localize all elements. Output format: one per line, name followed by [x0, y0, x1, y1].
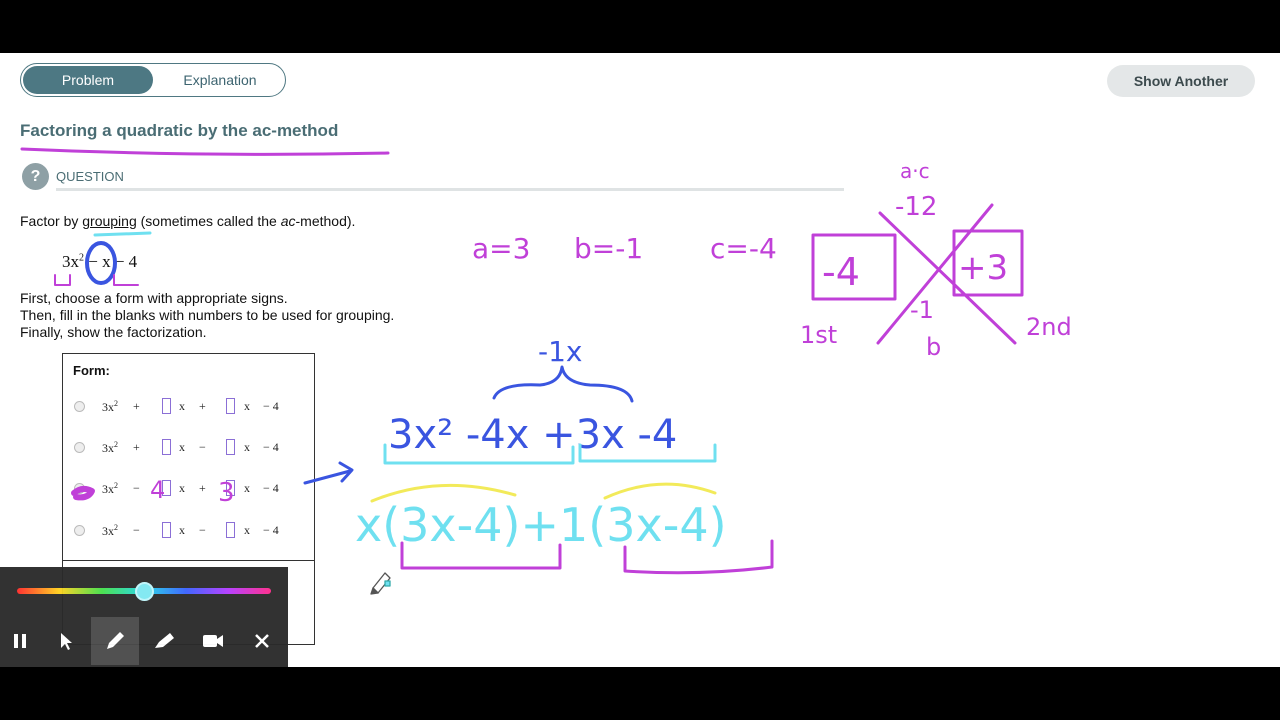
highlight-arc-2 [603, 482, 717, 500]
ink-factored: x(3x-4)+1(3x-4) [355, 498, 727, 552]
color-slider-thumb[interactable] [134, 582, 154, 601]
app-canvas: Problem Explanation Show Another Factori… [0, 53, 1280, 667]
x-circle-stroke [85, 241, 117, 285]
ink-first: 1st [800, 321, 837, 349]
pen-button[interactable] [91, 617, 139, 665]
ink-c: c=-4 [710, 232, 777, 265]
pen-cursor-icon [370, 572, 391, 595]
ink-cross-bottom-top: -1 [910, 296, 934, 324]
ink-second: 2nd [1026, 313, 1072, 341]
radio-mark-stroke [71, 485, 95, 501]
pointer-button[interactable] [42, 617, 90, 665]
ink-cross-bottom: b [926, 333, 941, 361]
expr-bracket-right [113, 274, 139, 286]
highlighter-icon [155, 633, 174, 648]
highlighter-button[interactable] [140, 617, 188, 665]
title-underline-stroke [20, 147, 390, 156]
pointer-icon [61, 633, 72, 650]
ink-box-right: +3 [958, 248, 1008, 288]
brace-stroke [492, 365, 634, 403]
ink-fill-1: 4 [150, 476, 165, 504]
expr-bracket-left [54, 274, 71, 286]
pause-button[interactable] [0, 617, 44, 665]
ink-a: a=3 [472, 232, 530, 265]
ink-brace-label: -1x [538, 335, 583, 368]
camera-icon [203, 635, 223, 647]
pause-icon [14, 634, 26, 648]
camera-button[interactable] [189, 617, 237, 665]
ink-box-left: -4 [822, 250, 860, 294]
ink-fill-2: 3 [218, 478, 235, 508]
drawing-toolbar [0, 567, 288, 667]
pen-icon [107, 632, 124, 649]
ink-expanded: 3x² -4x +3x -4 [388, 412, 677, 458]
ink-ac-label: a·c [900, 159, 930, 183]
ink-b: b=-1 [574, 232, 643, 265]
ink-ac-value: -12 [895, 192, 937, 222]
close-button[interactable] [238, 617, 286, 665]
close-icon [255, 634, 269, 648]
grouping-underline-stroke [93, 231, 152, 237]
arrow-stroke [303, 461, 354, 485]
